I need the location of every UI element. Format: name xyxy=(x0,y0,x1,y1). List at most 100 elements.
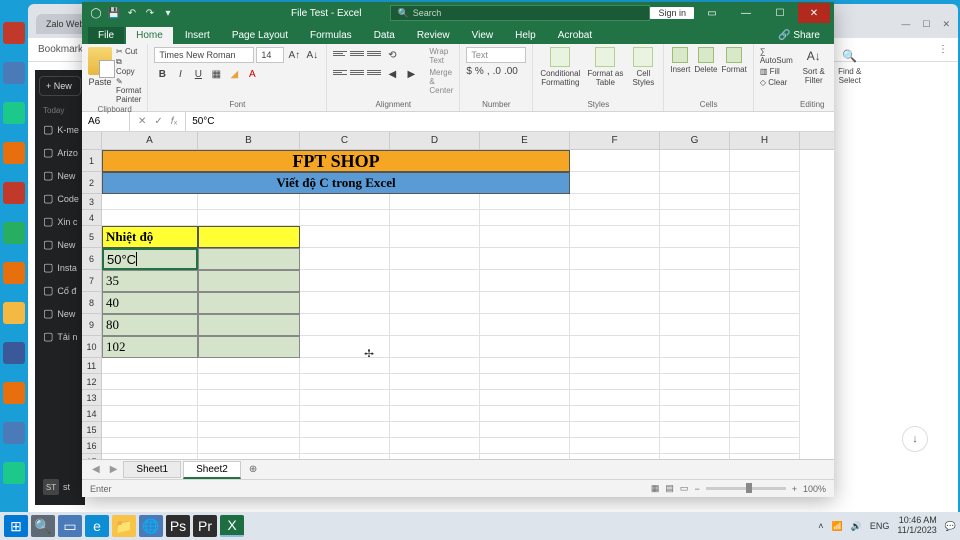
tab-file[interactable]: File xyxy=(88,27,124,44)
cell[interactable] xyxy=(300,314,390,336)
comma-icon[interactable]: , xyxy=(487,66,490,77)
sort-filter-button[interactable]: A↓Sort & Filter xyxy=(799,47,829,87)
cell-a5[interactable]: Nhiệt độ xyxy=(102,226,198,248)
add-sheet-icon[interactable]: ⊕ xyxy=(243,464,263,475)
cell[interactable] xyxy=(390,270,480,292)
maximize-icon[interactable]: ☐ xyxy=(764,3,796,23)
align-center-icon[interactable] xyxy=(350,66,364,78)
cell[interactable] xyxy=(730,150,800,172)
sidebar-item[interactable]: ▢Xin c xyxy=(39,211,81,232)
cell[interactable] xyxy=(570,374,660,390)
chrome-maximize-icon[interactable]: ☐ xyxy=(922,19,930,30)
tray-wifi-icon[interactable]: 📶 xyxy=(831,521,842,532)
row-header[interactable]: 3 xyxy=(82,194,101,210)
cell[interactable] xyxy=(730,210,800,226)
cell[interactable] xyxy=(300,454,390,459)
cell[interactable] xyxy=(570,438,660,454)
tab-review[interactable]: Review xyxy=(407,27,460,44)
orientation-icon[interactable]: ⟲ xyxy=(384,47,400,63)
bold-button[interactable]: B xyxy=(154,66,170,82)
cell[interactable] xyxy=(660,390,730,406)
cell[interactable] xyxy=(570,406,660,422)
chrome-close-icon[interactable]: ✕ xyxy=(942,19,950,30)
tab-data[interactable]: Data xyxy=(364,27,405,44)
sidebar-item[interactable]: ▢Tải n xyxy=(39,326,81,347)
cell[interactable] xyxy=(198,358,300,374)
cell[interactable] xyxy=(660,358,730,374)
sheet-nav-next-icon[interactable]: ▶ xyxy=(106,464,122,475)
conditional-formatting-button[interactable]: Conditional Formatting xyxy=(539,47,581,87)
row-header[interactable]: 11 xyxy=(82,358,101,374)
cell[interactable] xyxy=(570,358,660,374)
cell[interactable] xyxy=(660,172,730,194)
increase-indent-icon[interactable]: ▶ xyxy=(403,66,419,82)
cell[interactable] xyxy=(102,422,198,438)
row-header[interactable]: 15 xyxy=(82,422,101,438)
currency-icon[interactable]: $ xyxy=(466,66,472,77)
cell[interactable] xyxy=(480,390,570,406)
cell[interactable] xyxy=(660,150,730,172)
desktop-icon[interactable] xyxy=(3,382,25,404)
col-header[interactable]: A xyxy=(102,132,198,149)
cell[interactable] xyxy=(570,150,660,172)
cell[interactable] xyxy=(102,406,198,422)
font-size-select[interactable]: 14 xyxy=(256,47,284,63)
cell[interactable] xyxy=(660,314,730,336)
desktop-icon[interactable] xyxy=(3,462,25,484)
italic-button[interactable]: I xyxy=(172,66,188,82)
cell-b5[interactable] xyxy=(198,226,300,248)
tab-acrobat[interactable]: Acrobat xyxy=(548,27,602,44)
cell[interactable] xyxy=(102,454,198,459)
desktop-icon[interactable] xyxy=(3,422,25,444)
format-painter-button[interactable]: Format Painter xyxy=(116,77,141,104)
desktop-icon[interactable] xyxy=(3,262,25,284)
tray-date[interactable]: 11/1/2023 xyxy=(897,526,936,536)
cell[interactable] xyxy=(570,194,660,210)
cell[interactable] xyxy=(480,358,570,374)
cell[interactable] xyxy=(390,314,480,336)
formula-input[interactable]: 50°C xyxy=(186,116,834,127)
cell[interactable] xyxy=(300,374,390,390)
cell[interactable] xyxy=(480,314,570,336)
align-top-icon[interactable] xyxy=(333,47,347,59)
cell-b10[interactable] xyxy=(198,336,300,358)
excel-search-box[interactable]: 🔍 Search xyxy=(390,5,650,21)
format-as-table-button[interactable]: Format as Table xyxy=(587,47,623,87)
cell[interactable] xyxy=(570,454,660,459)
font-name-select[interactable]: Times New Roman xyxy=(154,47,254,63)
cell[interactable] xyxy=(480,422,570,438)
sheet-nav-prev-icon[interactable]: ◀ xyxy=(88,464,104,475)
wrap-text-button[interactable]: Wrap Text xyxy=(429,47,453,65)
sidebar-item[interactable]: ▢K-me xyxy=(39,119,81,140)
row-header[interactable]: 16 xyxy=(82,438,101,454)
cell[interactable] xyxy=(480,336,570,358)
desktop-icon[interactable] xyxy=(3,182,25,204)
cell[interactable] xyxy=(660,438,730,454)
cell-merged-title[interactable]: FPT SHOP xyxy=(102,150,570,172)
cell-a6-editing[interactable]: 50°C xyxy=(102,248,198,270)
cell[interactable] xyxy=(300,194,390,210)
increase-font-icon[interactable]: A↑ xyxy=(286,47,302,63)
cell[interactable] xyxy=(660,292,730,314)
cell-b7[interactable] xyxy=(198,270,300,292)
underline-button[interactable]: U xyxy=(190,66,206,82)
taskbar-excel-icon[interactable]: X xyxy=(220,515,244,537)
cell[interactable] xyxy=(300,270,390,292)
cell[interactable] xyxy=(730,194,800,210)
row-header[interactable]: 2 xyxy=(82,172,101,194)
number-format-select[interactable]: Text xyxy=(466,47,526,63)
cell[interactable] xyxy=(660,406,730,422)
copy-button[interactable]: Copy xyxy=(116,57,141,76)
cell[interactable] xyxy=(390,454,480,459)
row-header[interactable]: 10 xyxy=(82,336,101,358)
tab-insert[interactable]: Insert xyxy=(175,27,220,44)
signin-button[interactable]: Sign in xyxy=(650,7,694,19)
cell[interactable] xyxy=(570,248,660,270)
align-middle-icon[interactable] xyxy=(350,47,364,59)
cell[interactable] xyxy=(198,422,300,438)
cell[interactable] xyxy=(198,438,300,454)
cell[interactable] xyxy=(300,292,390,314)
cell-a9[interactable]: 80 xyxy=(102,314,198,336)
cell[interactable] xyxy=(730,358,800,374)
row-header[interactable]: 13 xyxy=(82,390,101,406)
